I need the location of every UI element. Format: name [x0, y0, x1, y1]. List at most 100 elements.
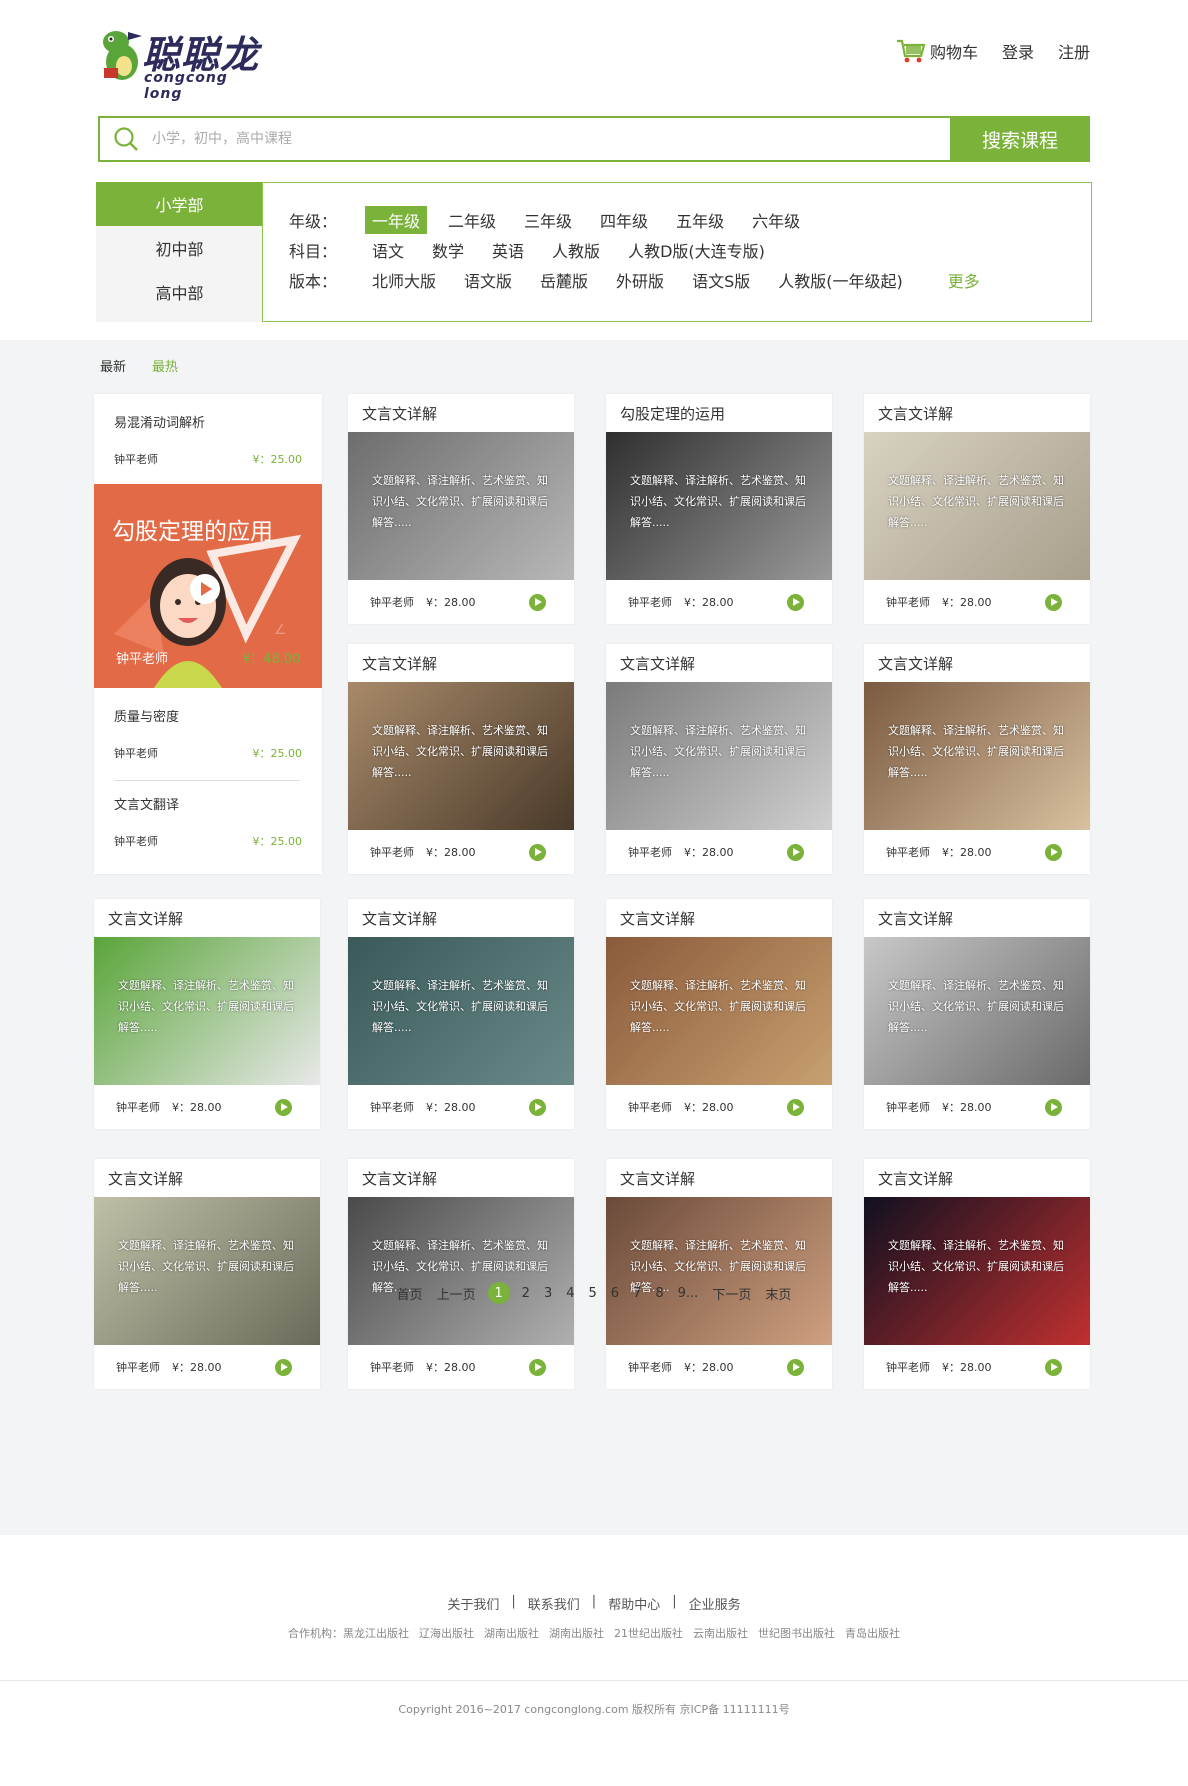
- course-card[interactable]: 文言文详解 文题解释、译注解析、艺术鉴赏、知识小结、文化常识、扩展阅读和课后解答.…: [606, 1159, 832, 1389]
- course-card[interactable]: 文言文详解 文题解释、译注解析、艺术鉴赏、知识小结、文化常识、扩展阅读和课后解答.…: [348, 1159, 574, 1389]
- course-card[interactable]: 文言文详解 文题解释、译注解析、艺术鉴赏、知识小结、文化常识、扩展阅读和课后解答.…: [348, 394, 574, 624]
- play-icon[interactable]: [1045, 593, 1062, 611]
- logo[interactable]: 聪聪龙 congcong long: [98, 24, 268, 102]
- search-button[interactable]: 搜索课程: [950, 116, 1090, 162]
- page-number[interactable]: 5: [587, 1286, 599, 1301]
- grade-chip[interactable]: 六年级: [745, 206, 807, 234]
- play-icon[interactable]: [787, 843, 804, 861]
- course-card[interactable]: 文言文详解 文题解释、译注解析、艺术鉴赏、知识小结、文化常识、扩展阅读和课后解答.…: [864, 899, 1090, 1129]
- course-card[interactable]: 文言文详解 文题解释、译注解析、艺术鉴赏、知识小结、文化常识、扩展阅读和课后解答.…: [348, 899, 574, 1129]
- grade-chip[interactable]: 五年级: [669, 206, 731, 234]
- search-input[interactable]: [152, 118, 950, 160]
- subject-chip[interactable]: 人教D版(大连专版): [621, 236, 772, 264]
- course-thumbnail[interactable]: 文题解释、译注解析、艺术鉴赏、知识小结、文化常识、扩展阅读和课后解答.....: [864, 1197, 1090, 1345]
- edition-chip[interactable]: 外研版: [609, 266, 671, 294]
- page-last[interactable]: 末页: [763, 1284, 793, 1303]
- course-card[interactable]: 文言文详解 文题解释、译注解析、艺术鉴赏、知识小结、文化常识、扩展阅读和课后解答.…: [606, 644, 832, 874]
- login-link[interactable]: 登录: [1002, 39, 1034, 63]
- course-card[interactable]: 文言文详解 文题解释、译注解析、艺术鉴赏、知识小结、文化常识、扩展阅读和课后解答.…: [348, 644, 574, 874]
- course-thumbnail[interactable]: 文题解释、译注解析、艺术鉴赏、知识小结、文化常识、扩展阅读和课后解答.....: [864, 432, 1090, 580]
- partner-link[interactable]: 辽海出版社: [419, 1625, 474, 1641]
- sort-hottest[interactable]: 最热: [152, 356, 178, 375]
- featured-course[interactable]: ∠ 勾股定理的应用 钟平老师 ¥：48.00: [94, 484, 322, 688]
- play-icon[interactable]: [1045, 1358, 1062, 1376]
- grade-chip[interactable]: 二年级: [441, 206, 503, 234]
- edition-chip[interactable]: 语文S版: [685, 266, 757, 294]
- course-card[interactable]: 文言文详解 文题解释、译注解析、艺术鉴赏、知识小结、文化常识、扩展阅读和课后解答.…: [864, 394, 1090, 624]
- sort-newest[interactable]: 最新: [100, 356, 126, 375]
- page-number[interactable]: 9...: [676, 1286, 701, 1301]
- subject-chip[interactable]: 语文: [365, 236, 411, 264]
- grade-chip[interactable]: 三年级: [517, 206, 579, 234]
- course-thumbnail[interactable]: 文题解释、译注解析、艺术鉴赏、知识小结、文化常识、扩展阅读和课后解答.....: [606, 1197, 832, 1345]
- edition-chip[interactable]: 人教版(一年级起): [771, 266, 910, 294]
- course-card[interactable]: 文言文详解 文题解释、译注解析、艺术鉴赏、知识小结、文化常识、扩展阅读和课后解答.…: [94, 1159, 320, 1389]
- play-icon[interactable]: [529, 843, 546, 861]
- partner-link[interactable]: 云南出版社: [693, 1625, 748, 1641]
- course-thumbnail[interactable]: 文题解释、译注解析、艺术鉴赏、知识小结、文化常识、扩展阅读和课后解答.....: [94, 937, 320, 1085]
- course-thumbnail[interactable]: 文题解释、译注解析、艺术鉴赏、知识小结、文化常识、扩展阅读和课后解答.....: [606, 432, 832, 580]
- page-next[interactable]: 下一页: [710, 1284, 753, 1303]
- partner-link[interactable]: 湖南出版社: [549, 1625, 604, 1641]
- play-icon[interactable]: [787, 1098, 804, 1116]
- play-icon[interactable]: [1045, 843, 1062, 861]
- edition-chip[interactable]: 语文版: [457, 266, 519, 294]
- cart-link[interactable]: 购物车: [896, 38, 978, 64]
- level-tab-junior[interactable]: 初中部: [96, 226, 263, 270]
- course-card[interactable]: 勾股定理的运用 文题解释、译注解析、艺术鉴赏、知识小结、文化常识、扩展阅读和课后解…: [606, 394, 832, 624]
- partner-link[interactable]: 黑龙江出版社: [343, 1625, 409, 1641]
- play-icon[interactable]: [529, 1358, 546, 1376]
- course-thumbnail[interactable]: 文题解释、译注解析、艺术鉴赏、知识小结、文化常识、扩展阅读和课后解答.....: [348, 432, 574, 580]
- course-thumbnail[interactable]: 文题解释、译注解析、艺术鉴赏、知识小结、文化常识、扩展阅读和课后解答.....: [348, 1197, 574, 1345]
- list-item[interactable]: 质量与密度 钟平老师 ¥：25.00: [94, 688, 322, 776]
- play-icon[interactable]: [275, 1358, 292, 1376]
- play-icon[interactable]: [190, 574, 220, 604]
- course-thumbnail[interactable]: 文题解释、译注解析、艺术鉴赏、知识小结、文化常识、扩展阅读和课后解答.....: [348, 682, 574, 830]
- play-icon[interactable]: [1045, 1098, 1062, 1116]
- page-number[interactable]: 8: [653, 1286, 665, 1301]
- footer-link-enterprise[interactable]: 企业服务: [689, 1594, 741, 1613]
- page-number[interactable]: 6: [609, 1286, 621, 1301]
- page-number-current[interactable]: 1: [487, 1282, 510, 1304]
- course-thumbnail[interactable]: 文题解释、译注解析、艺术鉴赏、知识小结、文化常识、扩展阅读和课后解答.....: [606, 937, 832, 1085]
- footer-link-contact[interactable]: 联系我们: [528, 1594, 580, 1613]
- subject-chip[interactable]: 人教版: [545, 236, 607, 264]
- subject-chip[interactable]: 英语: [485, 236, 531, 264]
- page-number[interactable]: 7: [631, 1286, 643, 1301]
- partner-link[interactable]: 21世纪出版社: [614, 1625, 683, 1641]
- play-icon[interactable]: [275, 1098, 292, 1116]
- partner-link[interactable]: 世纪图书出版社: [758, 1625, 835, 1641]
- footer-link-about[interactable]: 关于我们: [447, 1594, 499, 1613]
- page-number[interactable]: 3: [542, 1286, 554, 1301]
- course-card[interactable]: 文言文详解 文题解释、译注解析、艺术鉴赏、知识小结、文化常识、扩展阅读和课后解答.…: [864, 1159, 1090, 1389]
- level-tab-senior[interactable]: 高中部: [96, 270, 263, 314]
- more-link[interactable]: 更多: [948, 268, 980, 292]
- course-thumbnail[interactable]: 文题解释、译注解析、艺术鉴赏、知识小结、文化常识、扩展阅读和课后解答.....: [864, 682, 1090, 830]
- play-icon[interactable]: [787, 1358, 804, 1376]
- course-card[interactable]: 文言文详解 文题解释、译注解析、艺术鉴赏、知识小结、文化常识、扩展阅读和课后解答.…: [864, 644, 1090, 874]
- course-card[interactable]: 文言文详解 文题解释、译注解析、艺术鉴赏、知识小结、文化常识、扩展阅读和课后解答.…: [94, 899, 320, 1129]
- list-item[interactable]: 文言文翻译 钟平老师 ¥：25.00: [94, 776, 322, 864]
- play-icon[interactable]: [529, 593, 546, 611]
- course-card[interactable]: 文言文详解 文题解释、译注解析、艺术鉴赏、知识小结、文化常识、扩展阅读和课后解答.…: [606, 899, 832, 1129]
- edition-chip[interactable]: 北师大版: [365, 266, 443, 294]
- list-item[interactable]: 易混淆动词解析 钟平老师 ¥：25.00: [94, 394, 322, 482]
- course-thumbnail[interactable]: 文题解释、译注解析、艺术鉴赏、知识小结、文化常识、扩展阅读和课后解答.....: [606, 682, 832, 830]
- grade-chip[interactable]: 四年级: [593, 206, 655, 234]
- page-number[interactable]: 4: [564, 1286, 576, 1301]
- edition-chip[interactable]: 岳麓版: [533, 266, 595, 294]
- footer-link-help[interactable]: 帮助中心: [608, 1594, 660, 1613]
- page-first[interactable]: 首页: [395, 1284, 425, 1303]
- partner-link[interactable]: 湖南出版社: [484, 1625, 539, 1641]
- subject-chip[interactable]: 数学: [425, 236, 471, 264]
- course-thumbnail[interactable]: 文题解释、译注解析、艺术鉴赏、知识小结、文化常识、扩展阅读和课后解答.....: [94, 1197, 320, 1345]
- play-icon[interactable]: [787, 593, 804, 611]
- register-link[interactable]: 注册: [1058, 39, 1090, 63]
- page-number[interactable]: 2: [520, 1286, 532, 1301]
- course-thumbnail[interactable]: 文题解释、译注解析、艺术鉴赏、知识小结、文化常识、扩展阅读和课后解答.....: [864, 937, 1090, 1085]
- play-icon[interactable]: [529, 1098, 546, 1116]
- grade-chip[interactable]: 一年级: [365, 206, 428, 234]
- partner-link[interactable]: 青岛出版社: [845, 1625, 900, 1641]
- level-tab-primary[interactable]: 小学部: [96, 182, 263, 226]
- page-prev[interactable]: 上一页: [435, 1284, 478, 1303]
